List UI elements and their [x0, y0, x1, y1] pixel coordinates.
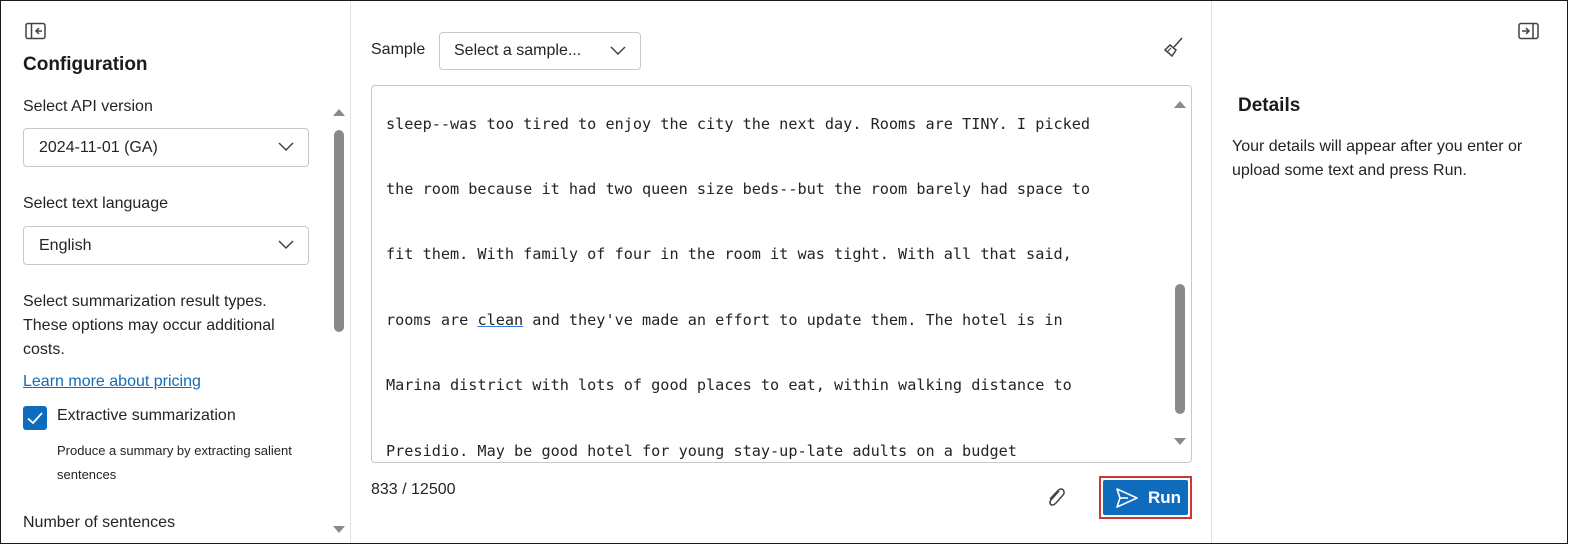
chevron-down-icon	[278, 240, 294, 250]
sample-dropdown[interactable]: Select a sample...	[439, 32, 641, 70]
text-area-scrollbar-thumb[interactable]	[1175, 284, 1185, 414]
send-icon	[1116, 488, 1138, 508]
details-title: Details	[1238, 95, 1301, 116]
text-language-label: Select text language	[23, 195, 168, 212]
number-of-sentences-label: Number of sentences	[23, 514, 176, 531]
details-placeholder-text: Your details will appear after you enter…	[1232, 138, 1523, 179]
text-language-dropdown[interactable]: English	[23, 226, 309, 265]
details-panel: Details Your details will appear after y…	[1211, 1, 1568, 543]
spellcheck-underlined-word: clean	[477, 311, 524, 329]
panel-expand-right-icon[interactable]	[1518, 22, 1540, 40]
text-input-area[interactable]: sleep--was too tired to enjoy the city t…	[371, 85, 1192, 463]
api-version-value: 2024-11-01 (GA)	[39, 139, 158, 156]
scroll-down-arrow-icon[interactable]	[332, 525, 346, 535]
text-line: sleep--was too tired to enjoy the city t…	[386, 115, 1091, 133]
configuration-title: Configuration	[23, 54, 148, 75]
sample-placeholder: Select a sample...	[454, 42, 582, 59]
chevron-down-icon	[278, 142, 294, 152]
text-segment: rooms are	[386, 311, 478, 329]
app-window: Configuration Select API version 2024-11…	[0, 0, 1568, 544]
run-button[interactable]: Run	[1103, 480, 1188, 515]
configuration-panel: Configuration Select API version 2024-11…	[1, 1, 351, 543]
chevron-down-icon	[610, 46, 626, 56]
run-button-highlight: Run	[1099, 476, 1192, 519]
text-language-value: English	[39, 237, 92, 254]
checkmark-icon	[27, 412, 43, 425]
text-line: fit them. With family of four in the roo…	[386, 245, 1072, 263]
api-version-label: Select API version	[23, 98, 153, 115]
text-line: the room because it had two queen size b…	[386, 180, 1091, 198]
broom-icon[interactable]	[1163, 36, 1185, 58]
scroll-up-arrow-icon[interactable]	[1173, 99, 1187, 109]
paperclip-icon[interactable]	[1044, 485, 1066, 509]
input-panel: Sample Select a sample... sleep--was too…	[351, 1, 1211, 543]
scroll-down-arrow-icon[interactable]	[1173, 437, 1187, 447]
text-line: rooms are clean and they've made an effo…	[386, 311, 1063, 329]
extractive-summarization-description: Produce a summary by extracting salient …	[57, 443, 292, 482]
result-types-text: Select summarization result types. These…	[23, 293, 275, 358]
extractive-summarization-checkbox[interactable]	[23, 406, 47, 430]
panel-collapse-left-icon[interactable]	[25, 22, 47, 40]
text-line: Marina district with lots of good places…	[386, 376, 1072, 394]
extractive-summarization-label: Extractive summarization	[57, 407, 236, 424]
scroll-up-arrow-icon[interactable]	[332, 107, 346, 117]
run-button-label: Run	[1148, 488, 1182, 507]
pricing-link[interactable]: Learn more about pricing	[23, 373, 201, 391]
sample-label: Sample	[371, 41, 426, 58]
api-version-dropdown[interactable]: 2024-11-01 (GA)	[23, 128, 309, 167]
character-count: 833 / 12500	[371, 481, 456, 498]
text-line: Presidio. May be good hotel for young st…	[386, 442, 1017, 460]
left-panel-scrollbar-thumb[interactable]	[334, 130, 344, 332]
text-segment: and they've made an effort to update the…	[523, 311, 1063, 329]
